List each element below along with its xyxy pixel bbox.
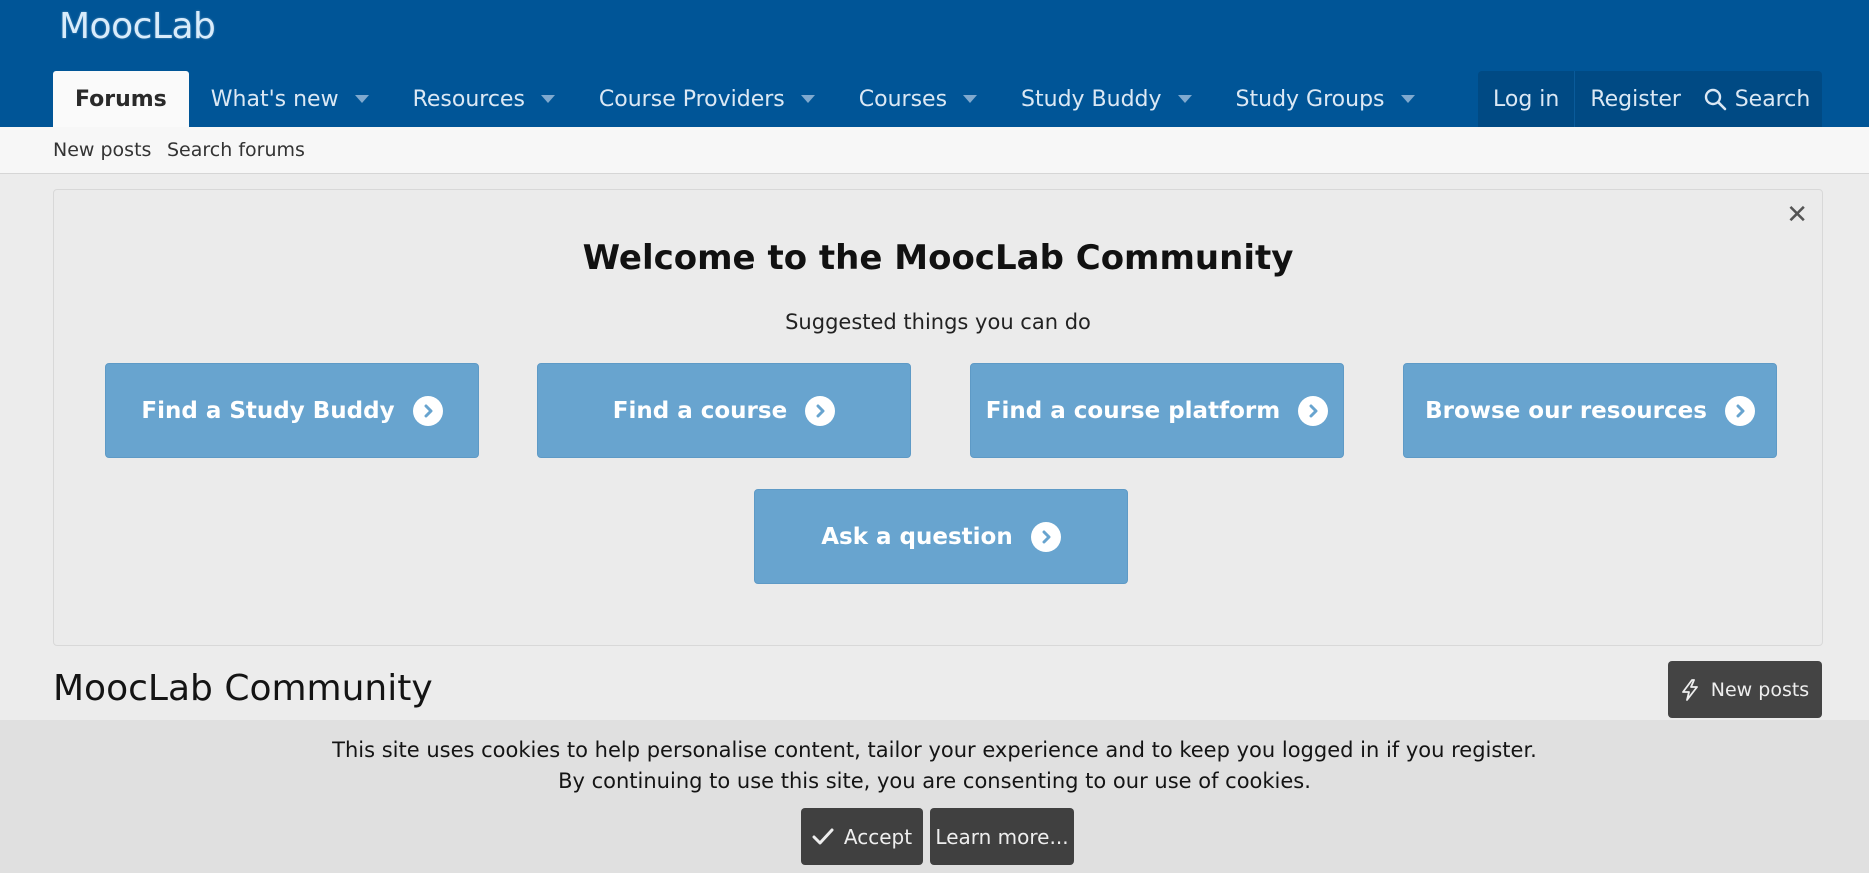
login-link[interactable]: Log in [1478, 71, 1574, 127]
browse-resources-button[interactable]: Browse our resources [1403, 363, 1777, 458]
nav-tab-course-providers[interactable]: Course Providers [577, 71, 837, 127]
cookie-notice: This site uses cookies to help personali… [0, 720, 1869, 873]
search-label: Search [1734, 86, 1811, 112]
caret-down-icon[interactable] [963, 95, 978, 103]
close-icon[interactable]: ✕ [1786, 200, 1808, 230]
button-label: Find a course platform [985, 397, 1281, 424]
search-icon [1704, 88, 1727, 111]
check-icon [812, 828, 834, 844]
account-links: Log in Register [1478, 71, 1696, 127]
nav-tab-label: Forums [75, 86, 167, 112]
welcome-title: Welcome to the MoocLab Community [582, 238, 1294, 278]
button-label: New posts [1710, 678, 1810, 701]
page-title: MoocLab Community [53, 668, 433, 709]
find-course-button[interactable]: Find a course [537, 363, 911, 458]
caret-down-icon[interactable] [1400, 95, 1415, 103]
nav-tab-forums[interactable]: Forums [53, 71, 189, 127]
find-course-platform-button[interactable]: Find a course platform [970, 363, 1344, 458]
bolt-icon [1681, 678, 1698, 701]
caret-down-icon[interactable] [800, 95, 815, 103]
button-label: Find a course [612, 397, 788, 424]
site-logo[interactable]: MoocLab [59, 6, 216, 47]
chevron-circle-right-icon [1030, 521, 1061, 552]
nav-tab-courses[interactable]: Courses [837, 71, 999, 127]
nav-tab-study-buddy[interactable]: Study Buddy [999, 71, 1214, 127]
chevron-circle-right-icon [805, 395, 836, 426]
ask-question-button[interactable]: Ask a question [754, 489, 1128, 584]
caret-down-icon[interactable] [354, 95, 369, 103]
cookie-text-line1: This site uses cookies to help personali… [332, 738, 1537, 762]
caret-down-icon[interactable] [1177, 95, 1192, 103]
button-label: Find a Study Buddy [141, 397, 395, 424]
sub-nav-new-posts[interactable]: New posts [53, 139, 151, 161]
learn-more-button[interactable]: Learn more... [930, 808, 1074, 865]
accept-cookies-button[interactable]: Accept [801, 808, 923, 865]
button-label: Ask a question [821, 523, 1013, 550]
site-header: MoocLab Forums What's new Resources Cour… [0, 0, 1869, 127]
button-label: Accept [843, 824, 913, 849]
caret-down-icon[interactable] [540, 95, 555, 103]
sub-nav: New posts Search forums [0, 127, 1869, 174]
nav-tab-label: What's new [210, 86, 339, 112]
nav-tab-whats-new[interactable]: What's new [189, 71, 391, 127]
search-button[interactable]: Search [1691, 71, 1822, 127]
find-study-buddy-button[interactable]: Find a Study Buddy [105, 363, 479, 458]
chevron-circle-right-icon [1298, 395, 1329, 426]
nav-tab-label: Courses [858, 86, 948, 112]
nav-tab-study-groups[interactable]: Study Groups [1214, 71, 1437, 127]
new-posts-button[interactable]: New posts [1668, 661, 1822, 718]
nav-tab-label: Study Buddy [1021, 86, 1162, 112]
cookie-text-line2: By continuing to use this site, you are … [558, 769, 1311, 793]
welcome-subtitle: Suggested things you can do [785, 310, 1091, 334]
main-nav: Forums What's new Resources Course Provi… [53, 71, 1437, 127]
nav-tab-resources[interactable]: Resources [391, 71, 577, 127]
register-link[interactable]: Register [1574, 71, 1696, 127]
chevron-circle-right-icon [1724, 395, 1755, 426]
sub-nav-search-forums[interactable]: Search forums [167, 139, 305, 161]
welcome-notice: ✕ Welcome to the MoocLab Community Sugge… [53, 189, 1823, 646]
button-label: Learn more... [935, 824, 1069, 849]
button-label: Browse our resources [1425, 397, 1707, 424]
chevron-circle-right-icon [412, 395, 443, 426]
nav-tab-label: Course Providers [598, 86, 785, 112]
nav-tab-label: Study Groups [1235, 86, 1385, 112]
nav-tab-label: Resources [412, 86, 525, 112]
